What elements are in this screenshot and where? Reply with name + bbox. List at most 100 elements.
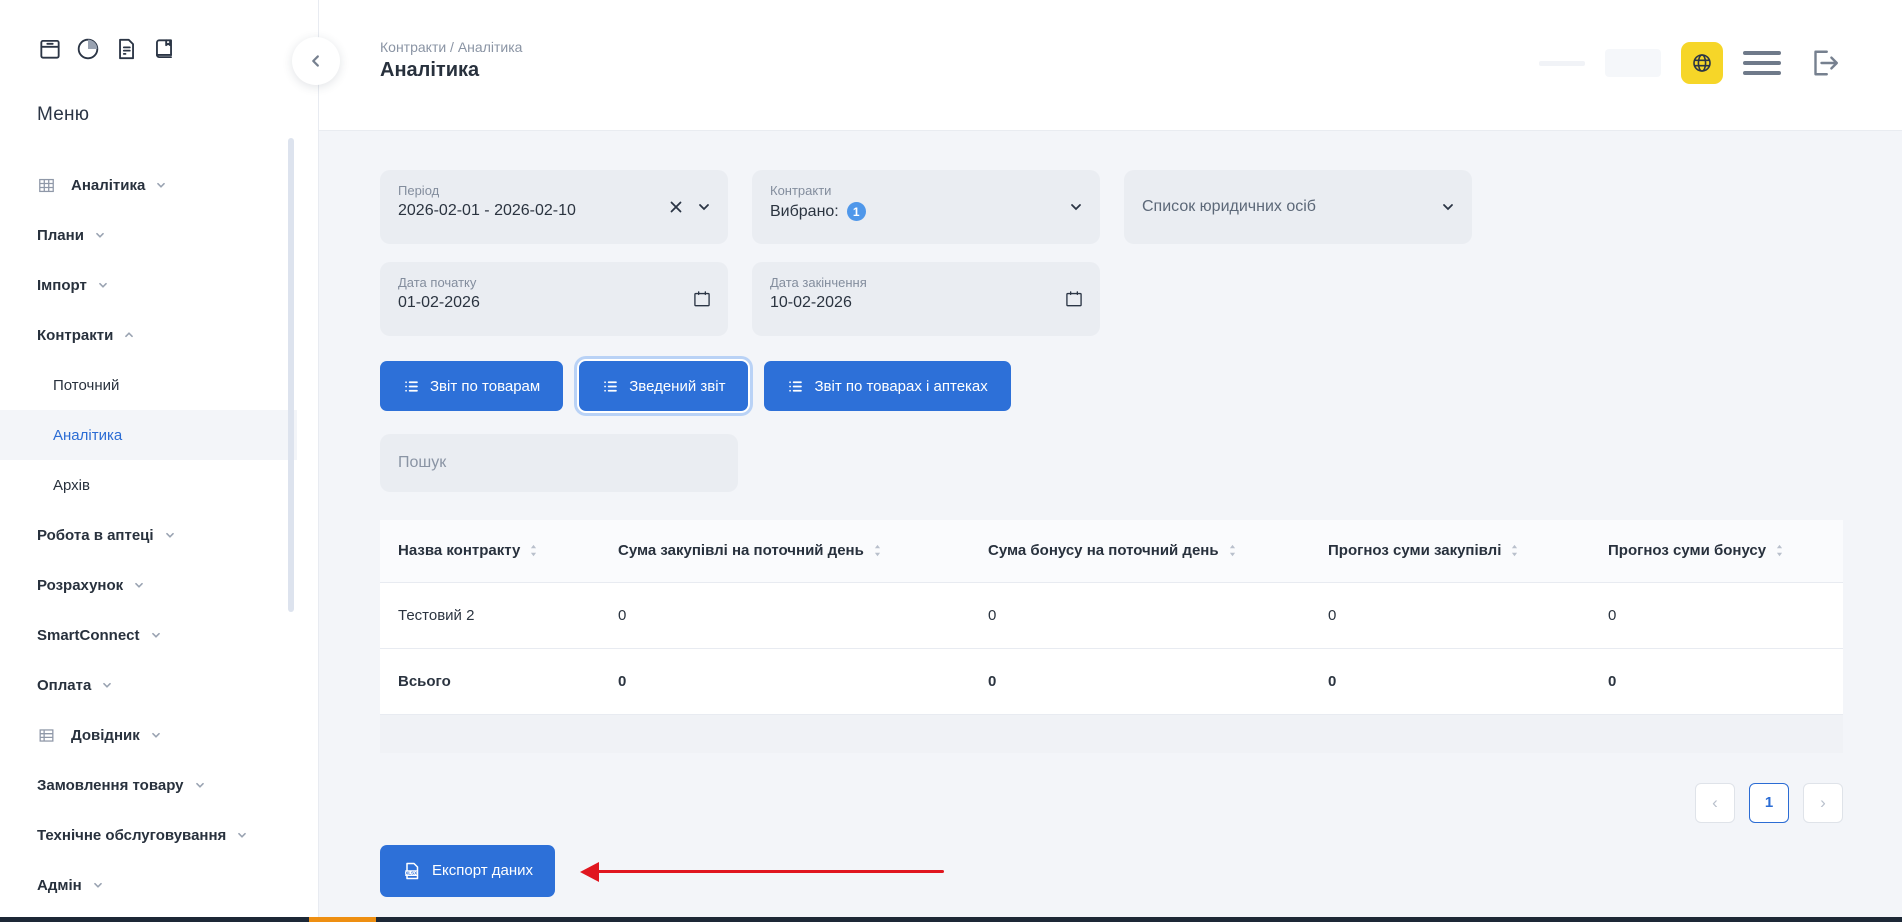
cell-total-value: 0	[1590, 648, 1843, 714]
chevron-down-icon	[163, 528, 177, 542]
cell-contract-name: Тестовий 2	[380, 582, 600, 648]
period-filter[interactable]: Період 2026-02-01 - 2026-02-10	[380, 170, 728, 244]
chevron-left-icon	[305, 50, 327, 72]
report-by-goods-button[interactable]: Звіт по товарам	[380, 361, 563, 411]
sidebar-item-label: Замовлення товару	[37, 777, 184, 794]
column-header-purchase-sum[interactable]: Сума закупівлі на поточний день	[600, 520, 970, 582]
list-icon	[37, 726, 56, 745]
search-input[interactable]	[398, 454, 720, 472]
sort-icon[interactable]	[871, 542, 884, 559]
legal-entities-placeholder: Список юридичних осіб	[1142, 198, 1316, 216]
sidebar-divider	[318, 0, 319, 917]
sidebar-item-label: Технічне обслуговування	[37, 827, 226, 844]
sidebar-scrollbar[interactable]	[288, 138, 294, 612]
book-icon[interactable]	[151, 36, 177, 62]
cell-total-value: 0	[1310, 648, 1590, 714]
sidebar-item-directory[interactable]: Довідник	[0, 710, 297, 760]
chevron-down-icon[interactable]	[1068, 199, 1084, 215]
sidebar-item-label: Аналітика	[71, 177, 145, 194]
sidebar-collapse-button[interactable]	[292, 37, 340, 85]
arrow-head	[580, 862, 599, 882]
list-icon	[787, 378, 804, 395]
sidebar-item-maintenance[interactable]: Технічне обслуговування	[0, 810, 297, 860]
column-header-purchase-forecast[interactable]: Прогноз суми закупівлі	[1310, 520, 1590, 582]
cell-value: 0	[1590, 582, 1843, 648]
chevron-down-icon[interactable]	[1440, 199, 1456, 215]
chevron-down-icon	[193, 778, 207, 792]
content-area: Період 2026-02-01 - 2026-02-10 Контракти	[380, 131, 1843, 917]
archive-icon[interactable]	[37, 36, 63, 62]
chevron-down-icon	[235, 828, 249, 842]
sidebar-item-plans[interactable]: Плани	[0, 210, 297, 260]
sidebar-item-archive[interactable]: Архів	[0, 460, 297, 510]
sidebar-item-admin[interactable]: Адмін	[0, 860, 297, 910]
calendar-icon[interactable]	[692, 289, 712, 309]
sidebar-item-pharmacy-work[interactable]: Робота в аптеці	[0, 510, 297, 560]
arrow-shaft	[596, 870, 944, 873]
column-header-contract-name[interactable]: Назва контракту	[380, 520, 600, 582]
chevron-down-icon[interactable]	[696, 199, 712, 215]
sort-icon[interactable]	[1508, 542, 1521, 559]
date-end-filter[interactable]: Дата закінчення 10-02-2026	[752, 262, 1100, 336]
export-data-button[interactable]: XLSX Експорт даних	[380, 845, 555, 897]
chevron-up-icon	[122, 328, 136, 342]
table-row[interactable]: Тестовий 2 0 0 0 0	[380, 582, 1843, 648]
period-value: 2026-02-01 - 2026-02-10	[398, 202, 710, 220]
chevron-down-icon	[96, 278, 110, 292]
cell-total-value: 0	[970, 648, 1310, 714]
sidebar-item-contracts[interactable]: Контракти	[0, 310, 297, 360]
contracts-value: Вибрано:	[770, 203, 839, 221]
clear-x-icon[interactable]	[668, 199, 684, 215]
column-header-bonus-forecast[interactable]: Прогноз суми бонусу	[1590, 520, 1843, 582]
sidebar-item-smartconnect[interactable]: SmartConnect	[0, 610, 297, 660]
sort-icon[interactable]	[527, 542, 540, 559]
sidebar-item-calculation[interactable]: Розрахунок	[0, 560, 297, 610]
date-end-value: 10-02-2026	[770, 294, 1082, 312]
sidebar-item-payment[interactable]: Оплата	[0, 660, 297, 710]
legal-entities-filter[interactable]: Список юридичних осіб	[1124, 170, 1472, 244]
sidebar-item-label: Поточний	[53, 377, 119, 394]
sidebar-nav: Аналітика Плани Імпорт Контракти Поточни…	[0, 160, 297, 910]
sidebar-item-label: Архів	[53, 477, 90, 494]
summary-report-button[interactable]: Зведений звіт	[579, 361, 748, 411]
chevron-down-icon	[132, 578, 146, 592]
report-goods-pharmacies-button[interactable]: Звіт по товарах і аптеках	[764, 361, 1010, 411]
cell-total-value: 0	[600, 648, 970, 714]
calendar-icon[interactable]	[1064, 289, 1084, 309]
sidebar-item-label: Імпорт	[37, 277, 87, 294]
sidebar-item-label: SmartConnect	[37, 627, 140, 644]
hamburger-menu-button[interactable]	[1743, 43, 1783, 83]
sidebar-item-label: Контракти	[37, 327, 113, 344]
sidebar-item-analytics-group[interactable]: Аналітика	[0, 160, 297, 210]
selected-count-badge: 1	[847, 202, 866, 221]
sidebar-item-current[interactable]: Поточний	[0, 360, 297, 410]
window-bottom-bar	[0, 917, 1902, 922]
table-footer-strip	[380, 715, 1843, 753]
sort-icon[interactable]	[1773, 542, 1786, 559]
pagination-prev-button[interactable]: ‹	[1695, 783, 1735, 823]
logout-button[interactable]	[1803, 43, 1843, 83]
contracts-filter[interactable]: Контракти Вибрано: 1	[752, 170, 1100, 244]
sidebar-item-import[interactable]: Імпорт	[0, 260, 297, 310]
sidebar-item-goods-order[interactable]: Замовлення товару	[0, 760, 297, 810]
sidebar-item-label: Розрахунок	[37, 577, 123, 594]
sidebar-item-label: Оплата	[37, 677, 91, 694]
language-button[interactable]	[1681, 42, 1723, 84]
date-start-filter[interactable]: Дата початку 01-02-2026	[380, 262, 728, 336]
column-header-bonus-sum[interactable]: Сума бонусу на поточний день	[970, 520, 1310, 582]
document-icon[interactable]	[113, 36, 139, 62]
annotation-red-arrow	[580, 862, 944, 882]
date-start-label: Дата початку	[398, 275, 710, 290]
pagination-next-button[interactable]: ›	[1803, 783, 1843, 823]
sidebar-item-analytics-active[interactable]: Аналітика	[0, 410, 297, 460]
table-total-row: Всього 0 0 0 0	[380, 648, 1843, 714]
search-box	[380, 434, 738, 492]
sort-icon[interactable]	[1226, 542, 1239, 559]
filters: Період 2026-02-01 - 2026-02-10 Контракти	[380, 170, 1843, 336]
chevron-down-icon	[149, 728, 163, 742]
hamburger-icon	[1743, 51, 1781, 75]
pagination-page-1[interactable]: 1	[1749, 783, 1789, 823]
date-start-value: 01-02-2026	[398, 294, 710, 312]
pie-chart-icon[interactable]	[75, 36, 101, 62]
breadcrumb: Контракти / Аналітика	[380, 39, 522, 55]
